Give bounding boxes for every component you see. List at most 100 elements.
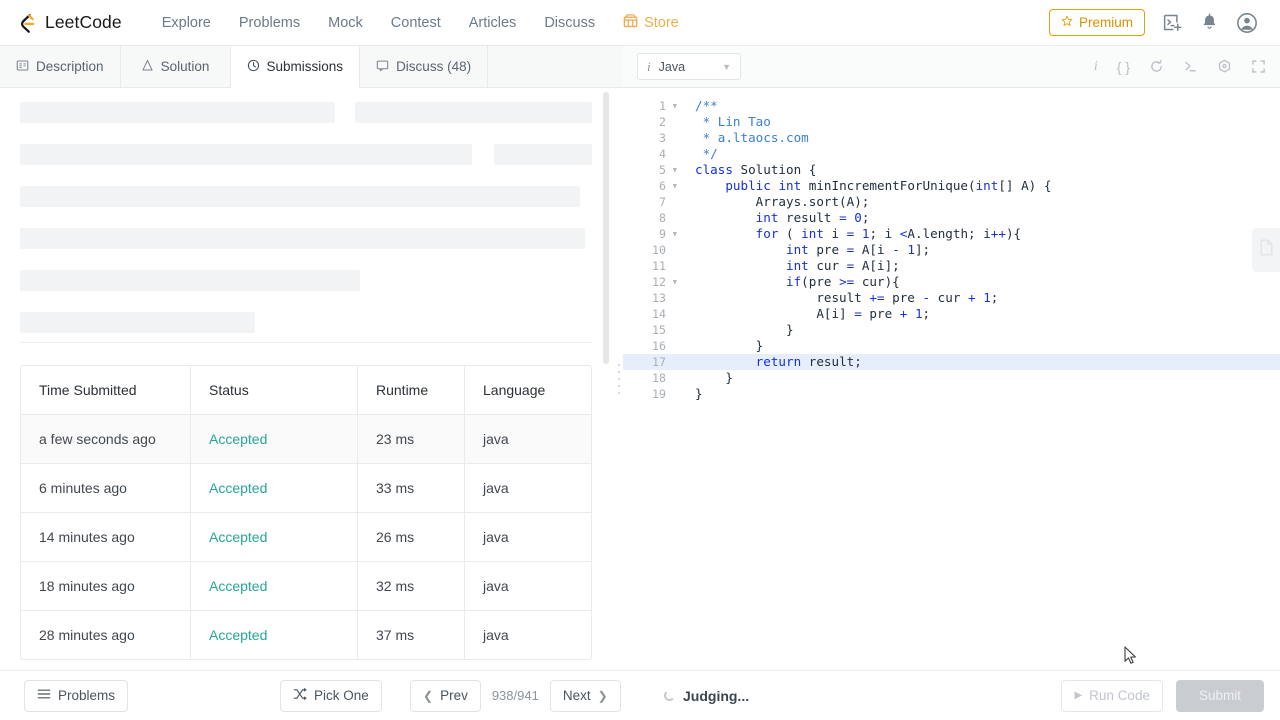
run-code-button[interactable]: ▶ Run Code xyxy=(1061,679,1163,712)
problems-button[interactable]: Problems xyxy=(24,679,129,712)
code-line: 10▼ int pre = A[i - 1]; xyxy=(623,242,1280,258)
code-content: * Lin Tao xyxy=(695,114,771,129)
code-content: int result = 0; xyxy=(755,210,870,225)
line-number[interactable]: 8▼ xyxy=(623,210,681,226)
premium-button[interactable]: Premium xyxy=(1048,9,1145,36)
code-content: * a.ltaocs.com xyxy=(695,130,809,145)
star-icon xyxy=(1061,15,1073,30)
line-number[interactable]: 9 ▼ xyxy=(623,226,681,242)
table-row[interactable]: 6 minutes ago Accepted 33 ms java xyxy=(21,464,591,513)
line-number[interactable]: 7▼ xyxy=(623,194,681,210)
line-number[interactable]: 12 ▼ xyxy=(623,274,681,290)
tab-description[interactable]: Description xyxy=(0,46,121,87)
skeleton-bar xyxy=(20,270,360,291)
code-line: 11▼ int cur = A[i]; xyxy=(623,258,1280,274)
line-number[interactable]: 5 ▼ xyxy=(623,162,681,178)
nav-link-discuss[interactable]: Discuss xyxy=(530,9,609,37)
code-line: 18▼ } xyxy=(623,370,1280,386)
line-number[interactable]: 1 ▼ xyxy=(623,98,681,114)
nav-link-contest[interactable]: Contest xyxy=(377,9,455,37)
line-number[interactable]: 10▼ xyxy=(623,242,681,258)
tab-submissions[interactable]: Submissions xyxy=(230,46,361,88)
skeleton-bar xyxy=(493,144,592,165)
console-icon[interactable] xyxy=(1183,59,1198,74)
submit-label: Submit xyxy=(1198,687,1241,703)
tab-solution[interactable]: Solution xyxy=(121,46,231,87)
terminal-plus-icon[interactable] xyxy=(1162,12,1183,33)
code-content: return result; xyxy=(755,354,862,369)
code-line: 4▼ */ xyxy=(623,146,1280,162)
fullscreen-icon[interactable] xyxy=(1251,59,1266,74)
cell-status[interactable]: Accepted xyxy=(191,415,358,463)
nav-link-articles[interactable]: Articles xyxy=(455,9,531,37)
line-number[interactable]: 2▼ xyxy=(623,114,681,130)
cell-time: 6 minutes ago xyxy=(21,464,191,512)
store-icon xyxy=(623,13,638,32)
line-number[interactable]: 6 ▼ xyxy=(623,178,681,194)
bell-icon[interactable] xyxy=(1200,13,1219,32)
reset-icon[interactable] xyxy=(1149,59,1164,74)
line-number[interactable]: 3▼ xyxy=(623,130,681,146)
table-row[interactable]: 14 minutes ago Accepted 26 ms java xyxy=(21,513,591,562)
line-number[interactable]: 14▼ xyxy=(623,306,681,322)
code-line: 5 ▼ class Solution { xyxy=(623,162,1280,178)
editor-tool-icons: i { } xyxy=(1094,59,1266,75)
format-braces-icon[interactable]: { } xyxy=(1117,59,1130,75)
code-content: for ( int i = 1; i <A.length; i++){ xyxy=(755,226,1022,241)
user-avatar-icon[interactable] xyxy=(1236,12,1258,34)
cell-language: java xyxy=(483,529,509,545)
nav-link-problems[interactable]: Problems xyxy=(225,9,314,37)
submit-button[interactable]: Submit xyxy=(1175,679,1264,712)
line-number[interactable]: 18▼ xyxy=(623,370,681,386)
flask-icon xyxy=(141,59,154,75)
cell-language: java xyxy=(483,431,509,447)
line-number[interactable]: 16▼ xyxy=(623,338,681,354)
line-number[interactable]: 15▼ xyxy=(623,322,681,338)
code-content: /** xyxy=(695,98,718,113)
nav-link-store[interactable]: Store xyxy=(609,7,693,38)
cell-status[interactable]: Accepted xyxy=(191,464,358,512)
cell-status[interactable]: Accepted xyxy=(191,513,358,561)
cell-runtime: 23 ms xyxy=(358,415,465,463)
note-panel-tab[interactable] xyxy=(1252,228,1280,272)
info-icon[interactable]: i xyxy=(1094,59,1098,75)
line-number[interactable]: 13▼ xyxy=(623,290,681,306)
prev-button[interactable]: ❮ Prev xyxy=(410,679,481,712)
line-number[interactable]: 4▼ xyxy=(623,146,681,162)
code-line-active: 17▼ return result; xyxy=(623,354,1280,370)
table-row[interactable]: a few seconds ago Accepted 23 ms java xyxy=(21,415,591,464)
line-number[interactable]: 17▼ xyxy=(623,354,681,370)
line-number[interactable]: 11▼ xyxy=(623,258,681,274)
mouse-cursor xyxy=(1124,646,1138,671)
line-number[interactable]: 19▼ xyxy=(623,386,681,402)
settings-icon[interactable] xyxy=(1217,59,1232,74)
tabstrip-filler xyxy=(488,46,623,87)
code-line: 3▼ * a.ltaocs.com xyxy=(623,130,1280,146)
tab-discuss[interactable]: Discuss (48) xyxy=(360,46,489,87)
left-pane-scrollbar[interactable] xyxy=(603,92,609,364)
play-icon: ▶ xyxy=(1074,689,1083,701)
nav-link-explore[interactable]: Explore xyxy=(148,9,225,37)
loading-skeleton xyxy=(0,88,612,333)
top-navbar: LeetCode Explore Problems Mock Contest A… xyxy=(0,0,1280,46)
code-content: */ xyxy=(695,146,718,161)
nav-link-mock[interactable]: Mock xyxy=(314,9,377,37)
splitter-dots-icon xyxy=(617,364,620,394)
code-line: 12 ▼ if(pre >= cur){ xyxy=(623,274,1280,290)
cell-status[interactable]: Accepted xyxy=(191,562,358,610)
prev-label: Prev xyxy=(440,687,468,703)
code-line: 8▼ int result = 0; xyxy=(623,210,1280,226)
skeleton-bar xyxy=(355,102,592,123)
code-line: 2▼ * Lin Tao xyxy=(623,114,1280,130)
list-icon xyxy=(37,687,51,704)
cell-runtime: 33 ms xyxy=(358,464,465,512)
pane-splitter-handle[interactable] xyxy=(614,88,623,670)
language-selector[interactable]: i Java ▼ xyxy=(637,53,741,80)
cell-status[interactable]: Accepted xyxy=(191,611,358,659)
table-row[interactable]: 18 minutes ago Accepted 32 ms java xyxy=(21,562,591,611)
leetcode-brand[interactable]: LeetCode xyxy=(16,12,122,34)
table-row[interactable]: 28 minutes ago Accepted 37 ms java xyxy=(21,611,591,659)
code-editor[interactable]: 1▼ /** 2▼ * Lin Tao 3▼ * a.ltaocs.com 4▼ … xyxy=(623,88,1280,670)
pick-one-button[interactable]: Pick One xyxy=(280,679,382,712)
next-button[interactable]: Next ❯ xyxy=(549,679,621,712)
